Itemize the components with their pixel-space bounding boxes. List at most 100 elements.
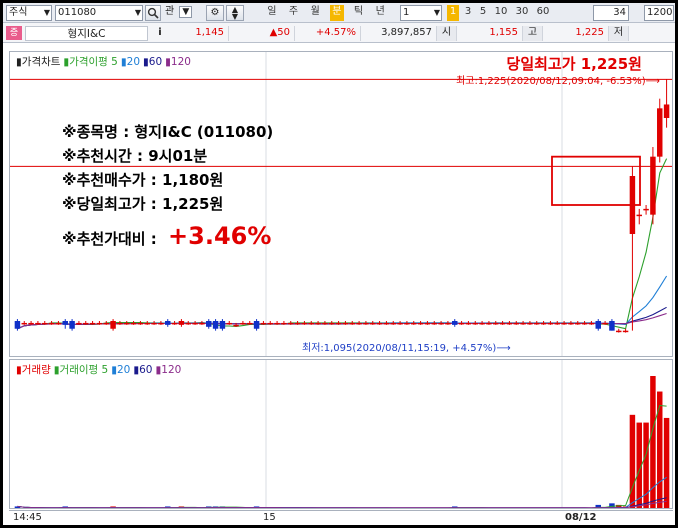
candle-body [390, 322, 396, 325]
candle-body [335, 322, 342, 325]
period-tab[interactable]: 틱 [352, 5, 366, 21]
period-tabs: 일주월분틱년 [265, 5, 395, 21]
volume-bar [274, 508, 279, 509]
change-rate: +4.57% [295, 26, 361, 41]
volume-bar [438, 508, 443, 509]
chevron-down-icon: ▼ [231, 12, 239, 21]
interval-tab[interactable]: 5 [477, 5, 489, 21]
volume-bar [479, 508, 484, 509]
candle-body [165, 321, 171, 325]
candle-body [55, 322, 62, 325]
gear-button[interactable]: ⚙ [206, 5, 224, 21]
legend-entry: ▮120 [165, 56, 191, 68]
period-tab[interactable]: 주 [287, 5, 301, 21]
candle-body [575, 322, 581, 325]
candle-body [267, 322, 273, 325]
stock-code-input[interactable]: 011080 ▼ [55, 5, 143, 21]
volume-bar [356, 508, 361, 509]
gwan-button[interactable]: 관 [165, 6, 174, 17]
compare-label: ※추천가대비 : [62, 230, 157, 248]
chevron-down-icon[interactable]: ▼ [179, 6, 193, 18]
interval-tab[interactable]: 60 [534, 5, 552, 21]
interval-tab[interactable]: 1 [447, 5, 459, 21]
volume-bar [240, 508, 245, 509]
volume-bar [97, 508, 102, 509]
volume-bar [90, 508, 95, 509]
interval-tab[interactable]: 30 [513, 5, 531, 21]
candle-body [534, 322, 540, 325]
candle-body [506, 322, 513, 325]
volume-bar [124, 508, 129, 509]
volume-bar [28, 508, 33, 509]
candle-body [219, 321, 226, 329]
period-tab[interactable]: 일 [265, 5, 279, 21]
candle-body [212, 321, 219, 329]
period-tab[interactable]: 분 [330, 5, 344, 21]
volume-bar [329, 508, 334, 509]
chevron-down-icon: ▼ [433, 8, 440, 17]
volume-bar [657, 391, 663, 508]
candle-body [281, 322, 287, 325]
gear-icon: ⚙ [210, 7, 220, 18]
stock-search-button[interactable] [145, 5, 161, 21]
interval-tab[interactable]: 10 [492, 5, 510, 21]
candle-body [253, 321, 260, 329]
volume-bar [261, 508, 266, 509]
period-tab[interactable]: 년 [373, 5, 387, 21]
candle-body [308, 322, 314, 325]
candle-body [192, 322, 198, 325]
volume-average-line [17, 497, 667, 508]
interval-tab[interactable]: 3 [462, 5, 474, 21]
volume-bar [131, 508, 136, 509]
candle-body [240, 322, 246, 325]
candle-body [62, 321, 68, 325]
candle-body [431, 322, 437, 325]
candle-body [465, 322, 472, 325]
count-stepper[interactable]: 34 [593, 5, 629, 21]
volume-bar [227, 508, 232, 509]
market-select[interactable]: 주식 ▼ [6, 5, 52, 21]
candle-body [458, 322, 465, 325]
candle-body [185, 322, 191, 325]
candle-body [547, 322, 554, 325]
volume-bar [343, 508, 348, 509]
info-button[interactable]: i [151, 26, 169, 41]
candle-body [588, 322, 595, 325]
candle-body [499, 322, 506, 325]
volume-bar [377, 508, 382, 509]
candle-body [370, 322, 376, 325]
updown-stepper[interactable]: ▲ ▼ [226, 5, 244, 21]
volume-bar [384, 508, 389, 509]
volume-bar [138, 508, 143, 509]
candle-body [35, 322, 41, 325]
volume-bar [541, 508, 546, 509]
volume-bar [233, 508, 238, 509]
volume-bar [602, 508, 607, 509]
volume-bar [192, 508, 197, 509]
candle-body [103, 322, 109, 325]
volume-bar [302, 508, 307, 509]
volume-bar [520, 508, 525, 509]
count-stepper-value: 34 [613, 7, 626, 18]
candle-body [42, 322, 48, 325]
candle-body [144, 322, 150, 325]
stock-code-value: 011080 [58, 7, 97, 18]
legend-entry: ▮60 [133, 364, 153, 376]
range-input[interactable]: 1200 [644, 5, 674, 21]
high-label: 고 [523, 26, 543, 41]
candle-body [260, 322, 267, 325]
candle-body [363, 322, 369, 325]
candle-body [609, 321, 615, 331]
volume-bar [172, 508, 177, 509]
chart-window: 주식 ▼ 011080 ▼ 관 ▼ ⚙ ▲ ▼ 일주월분틱년 1 ▼ 1 3 5… [3, 3, 675, 525]
unit-select-value: 1 [403, 7, 410, 18]
volume-average-line [17, 404, 667, 508]
day-high-headline: 당일최고가 1,225원 [506, 55, 642, 73]
candle-body [383, 322, 390, 325]
candle-body [28, 322, 34, 325]
period-tab[interactable]: 월 [308, 5, 322, 21]
candle-body [89, 322, 96, 325]
x-axis-label: 15 [263, 512, 276, 523]
unit-select[interactable]: 1 ▼ [400, 5, 442, 21]
legend-entry: ▮20 [120, 56, 140, 68]
